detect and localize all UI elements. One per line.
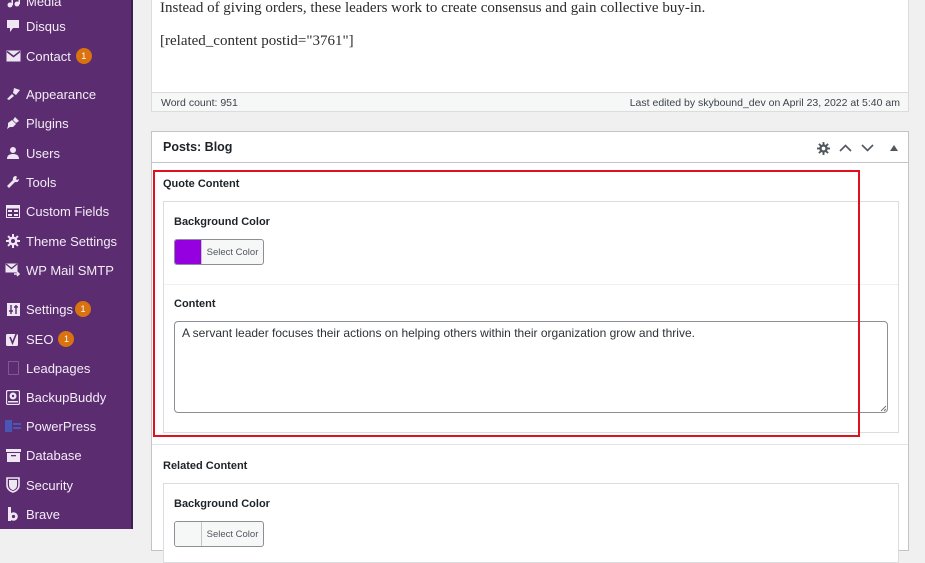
sidebar-item-label: Theme Settings bbox=[26, 233, 118, 249]
media-icon bbox=[0, 0, 26, 8]
paintbrush-icon bbox=[0, 87, 26, 101]
sidebar-item-label: Plugins bbox=[26, 115, 69, 131]
content-textarea[interactable]: A servant leader focuses their actions o… bbox=[174, 321, 888, 413]
sidebar-item-contact[interactable]: Contact 1 bbox=[0, 43, 132, 69]
sidebar-item-label: Brave bbox=[26, 506, 60, 522]
posts-blog-metabox: Posts: Blog Quote Content Background Col… bbox=[151, 131, 909, 563]
sidebar-item-label: PowerPress bbox=[26, 418, 97, 434]
last-edited: Last edited by skybound_dev on April 23,… bbox=[629, 97, 900, 109]
sidebar-item-label: Users bbox=[26, 145, 60, 161]
wrench-icon bbox=[0, 175, 26, 189]
sidebar-item-label: Custom Fields bbox=[26, 203, 110, 219]
sidebar-edge bbox=[131, 0, 133, 529]
database-icon bbox=[0, 448, 26, 462]
gear-icon bbox=[0, 234, 26, 248]
leadpages-icon bbox=[0, 361, 26, 375]
sidebar-item-plugins[interactable]: Plugins bbox=[0, 110, 132, 136]
related-content-label: Related Content bbox=[163, 460, 248, 472]
sliders-icon bbox=[0, 302, 26, 316]
sidebar-item-custom-fields[interactable]: Custom Fields bbox=[0, 198, 132, 224]
sidebar-item-users[interactable]: Users bbox=[0, 140, 132, 166]
sidebar-item-theme-settings[interactable]: Theme Settings bbox=[0, 228, 132, 254]
table-icon bbox=[0, 204, 26, 218]
sidebar-item-settings[interactable]: Settings 1 bbox=[0, 296, 132, 322]
sidebar-item-label: Contact bbox=[26, 48, 71, 64]
select-color-button[interactable]: Select Color bbox=[174, 239, 264, 265]
color-swatch bbox=[175, 522, 202, 546]
sidebar-item-brave[interactable]: Brave bbox=[0, 501, 132, 527]
sidebar-item-label: SEO bbox=[26, 331, 54, 347]
sidebar-item-label: Disqus bbox=[26, 18, 66, 34]
sidebar-item-label: Leadpages bbox=[26, 360, 91, 376]
admin-sidebar: Media Disqus Contact 1 Appearance Plugin… bbox=[0, 0, 132, 529]
sidebar-item-label: WP Mail SMTP bbox=[26, 262, 114, 278]
quote-content-group: Background Color Select Color Content A … bbox=[163, 201, 899, 433]
sidebar-item-label: Database bbox=[26, 447, 82, 463]
gear-icon[interactable] bbox=[814, 139, 832, 157]
sidebar-item-label: Media bbox=[26, 0, 62, 9]
content-label: Content bbox=[174, 298, 216, 310]
sidebar-item-security[interactable]: Security bbox=[0, 472, 132, 498]
sidebar-item-powerpress[interactable]: PowerPress bbox=[0, 413, 132, 439]
powerpress-icon bbox=[0, 420, 26, 432]
editor-paragraph[interactable]: Instead of giving orders, these leaders … bbox=[160, 0, 705, 17]
editor-statusbar: Word count: 951 Last edited by skybound_… bbox=[151, 92, 909, 112]
sidebar-item-label: Tools bbox=[26, 174, 57, 190]
resize-handle-icon[interactable] bbox=[880, 405, 887, 412]
metabox-title: Posts: Blog bbox=[163, 140, 233, 154]
sidebar-item-wp-mail-smtp[interactable]: WP Mail SMTP bbox=[0, 257, 132, 283]
quote-content-label: Quote Content bbox=[163, 178, 240, 190]
sidebar-item-database[interactable]: Database bbox=[0, 442, 132, 468]
background-color-label: Background Color bbox=[174, 498, 270, 510]
yoast-icon bbox=[0, 331, 26, 347]
notification-badge: 1 bbox=[75, 48, 92, 64]
sidebar-item-appearance[interactable]: Appearance bbox=[0, 81, 132, 107]
collapse-toggle-icon[interactable] bbox=[885, 139, 903, 157]
move-down-icon[interactable] bbox=[858, 139, 876, 157]
color-swatch bbox=[175, 240, 202, 264]
background-color-label: Background Color bbox=[174, 216, 270, 228]
sidebar-item-leadpages[interactable]: Leadpages bbox=[0, 355, 132, 381]
notification-badge: 1 bbox=[58, 331, 75, 347]
sidebar-item-label: Appearance bbox=[26, 86, 97, 102]
shield-icon bbox=[0, 477, 26, 493]
notification-badge: 1 bbox=[74, 301, 91, 317]
envelope-icon bbox=[0, 50, 26, 62]
backup-icon bbox=[0, 389, 26, 405]
sidebar-item-label: BackupBuddy bbox=[26, 389, 107, 405]
move-up-icon[interactable] bbox=[836, 139, 854, 157]
select-color-button[interactable]: Select Color bbox=[174, 521, 264, 547]
sidebar-item-tools[interactable]: Tools bbox=[0, 169, 132, 195]
select-color-text: Select Color bbox=[206, 528, 259, 540]
sidebar-item-seo[interactable]: SEO 1 bbox=[0, 326, 132, 352]
group-divider bbox=[152, 444, 908, 445]
user-icon bbox=[0, 146, 26, 160]
comment-icon bbox=[0, 19, 26, 33]
mail-send-icon bbox=[0, 263, 26, 277]
select-color-text: Select Color bbox=[206, 246, 259, 258]
word-count: Word count: 951 bbox=[161, 97, 238, 109]
related-content-group: Background Color Select Color bbox=[163, 483, 899, 563]
plug-icon bbox=[0, 116, 26, 130]
sidebar-item-label: Settings bbox=[26, 301, 73, 317]
field-divider bbox=[164, 284, 898, 285]
sidebar-item-backupbuddy[interactable]: BackupBuddy bbox=[0, 384, 132, 410]
sidebar-item-disqus[interactable]: Disqus bbox=[0, 13, 132, 39]
metabox-header: Posts: Blog bbox=[152, 132, 908, 163]
editor-shortcode[interactable]: [related_content postid="3761"] bbox=[160, 33, 354, 50]
sidebar-item-label: Security bbox=[26, 477, 73, 493]
sidebar-item-media[interactable]: Media bbox=[0, 0, 132, 14]
brave-icon bbox=[0, 506, 26, 522]
